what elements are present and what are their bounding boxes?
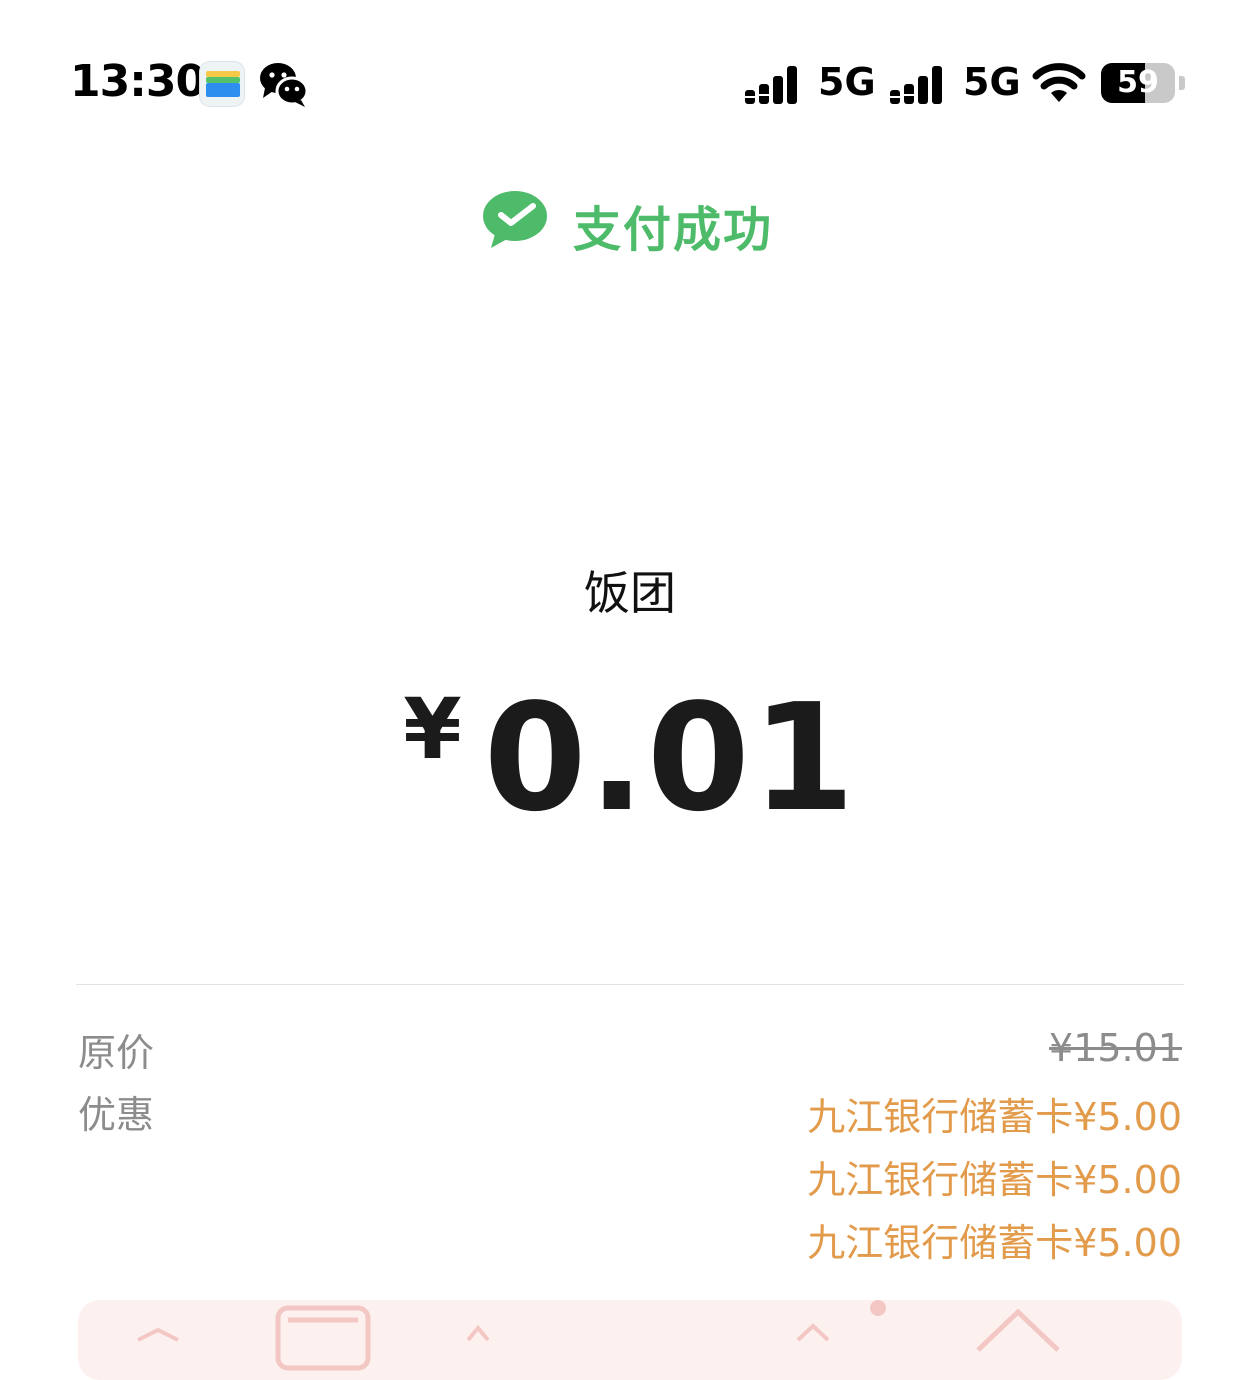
promo-card[interactable] [78,1300,1182,1380]
discount-item: 九江银行储蓄卡¥5.00 [807,1221,1182,1265]
amount-value: 0.01 [483,672,857,844]
signal-icon [743,64,805,110]
signal-2-label: 5G [963,60,1021,104]
original-price-label: 原价 [78,1031,155,1075]
wechat-icon [259,60,309,112]
signal-1-label: 5G [818,60,876,104]
battery-icon: 59 [1101,63,1175,103]
signal-icon [888,64,950,110]
currency-symbol: ¥ [403,680,462,778]
payment-success-title: 支付成功 [573,202,774,258]
status-time: 13:30 [70,56,206,107]
merchant-name: 饭团 [584,566,676,620]
wifi-icon [1031,62,1087,108]
payment-amount: ¥0.01 [0,672,1260,844]
wallet-app-icon [199,61,245,107]
original-price: ¥15.01 [1049,1026,1182,1070]
wechat-pay-check-icon [481,190,549,254]
discount-label: 优惠 [78,1093,155,1137]
divider [76,984,1184,985]
discount-item: 九江银行储蓄卡¥5.00 [807,1095,1182,1139]
battery-tip [1179,76,1185,90]
battery-level: 59 [1117,65,1159,100]
discount-item: 九江银行储蓄卡¥5.00 [807,1158,1182,1202]
